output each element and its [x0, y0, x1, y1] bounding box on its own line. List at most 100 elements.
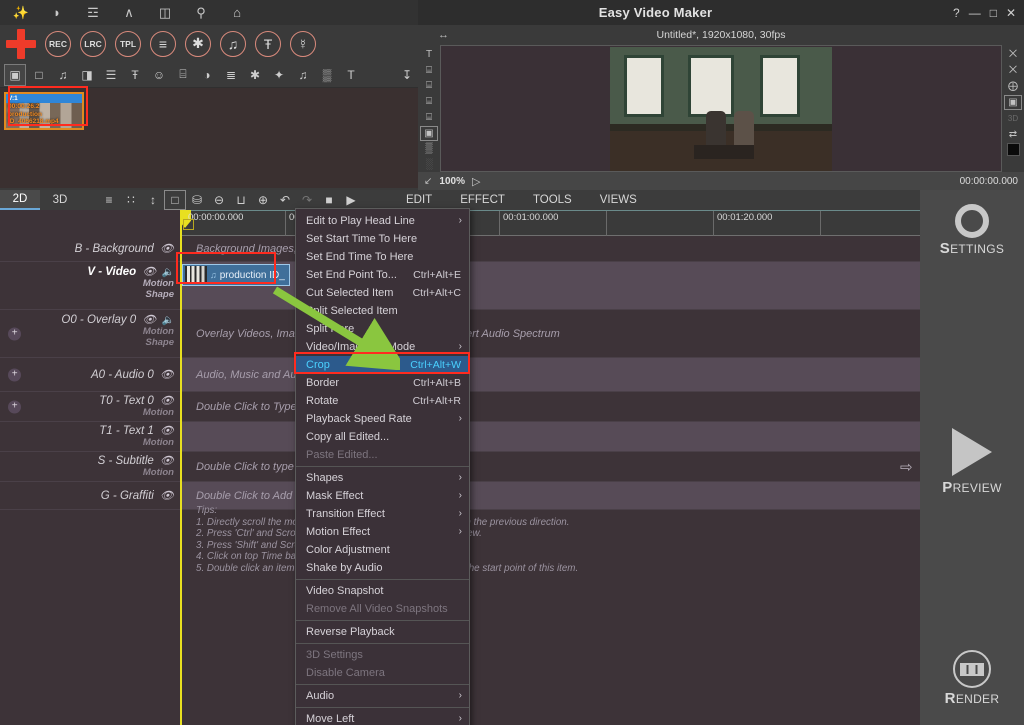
transition-icon[interactable]: ◨ [76, 64, 98, 86]
track-header-subtitle[interactable]: S - Subtitle 👁 Motion [0, 452, 180, 482]
lyrics-button[interactable]: LRC [80, 30, 106, 57]
menu-item-move-left[interactable]: Move Left › [296, 710, 469, 725]
split-view-icon[interactable]: ▣ [1004, 95, 1022, 110]
distribute-h-icon[interactable]: ⨉ [1004, 47, 1022, 62]
distribute-v-icon[interactable]: ⨉ [1004, 63, 1022, 78]
grid-view-icon[interactable]: ∷ [120, 190, 142, 210]
track-sublabel-shape[interactable]: Shape [0, 289, 174, 300]
track-row-text-0[interactable]: Double Click to Type Text [180, 392, 920, 422]
undo-icon[interactable]: ↶ [274, 190, 296, 210]
music-note-icon[interactable]: ♫ [52, 64, 74, 86]
help-button[interactable]: ? [953, 6, 960, 20]
track-header-video[interactable]: V - Video 👁 🔈 Motion Shape [0, 262, 180, 310]
camera-icon[interactable]: □ [28, 64, 50, 86]
search-icon[interactable]: ⚲ [184, 1, 218, 24]
beamed-note-icon[interactable]: ♫ [292, 64, 314, 86]
chevron-up-icon[interactable]: ∧ [112, 1, 146, 24]
text-style-icon[interactable]: Ŧ [124, 64, 146, 86]
visibility-eye-icon[interactable]: 👁 [160, 243, 174, 255]
visibility-eye-icon[interactable]: 👁 [160, 425, 174, 437]
select-frame-icon[interactable]: □ [164, 190, 186, 210]
menu-item-set-end-point-to[interactable]: Set End Point To... Ctrl+Alt+E [296, 266, 469, 284]
menu-item-motion-effect[interactable]: Motion Effect › [296, 523, 469, 541]
track-header-audio-0[interactable]: + A0 - Audio 0 👁 [0, 358, 180, 392]
media-clip-thumbnail[interactable]: V:1 00:00:26.2 production ID_4066218.mp4 [4, 92, 84, 130]
playlist-button[interactable]: ≡ [150, 30, 176, 57]
emoji-icon[interactable]: ☺ [148, 64, 170, 86]
collapse-panel-arrow-icon[interactable]: ⇨ [900, 458, 913, 476]
track-row-video[interactable]: ♫ production ID_ [180, 262, 920, 310]
align-tracks-icon[interactable]: ≡ [98, 190, 120, 210]
menu-item-transition-effect[interactable]: Transition Effect › [296, 505, 469, 523]
menu-item-playback-speed-rate[interactable]: Playback Speed Rate › [296, 410, 469, 428]
timeline-clip-video[interactable]: ♫ production ID_ [182, 264, 290, 286]
close-button[interactable]: ✕ [1006, 6, 1016, 20]
snowflake-icon[interactable]: ✱ [244, 64, 266, 86]
menu-item-audio[interactable]: Audio › [296, 687, 469, 705]
track-row-overlay-0[interactable]: Overlay Videos, Images or Block, or Doub… [180, 310, 920, 358]
effects-button[interactable]: ✱ [185, 30, 211, 57]
visibility-eye-icon[interactable]: 👁 [160, 490, 174, 502]
menu-views[interactable]: VIEWS [586, 190, 651, 210]
visibility-eye-icon[interactable]: 👁 [160, 369, 174, 381]
menu-item-rotate[interactable]: Rotate Ctrl+Alt+R [296, 392, 469, 410]
preview-stage[interactable] [440, 45, 1002, 172]
track-row-audio-0[interactable]: Audio, Music and Audio Effect [180, 358, 920, 392]
track-sublabel-motion[interactable]: Motion [0, 407, 174, 418]
expand-track-button[interactable]: + [8, 368, 21, 381]
menu-item-crop[interactable]: Crop Ctrl+Alt+W [296, 356, 469, 374]
stop-icon[interactable]: ■ [318, 190, 340, 210]
align-left-icon[interactable]: ⌸ [420, 79, 438, 94]
center-target-icon[interactable]: ⨁ [1004, 79, 1022, 94]
preview-button[interactable]: PREVIEW [920, 428, 1024, 496]
color-swatch-icon[interactable] [1006, 143, 1020, 156]
menu-item-set-end-time-to-here[interactable]: Set End Time To Here [296, 248, 469, 266]
visibility-eye-icon[interactable]: 👁 [142, 314, 156, 326]
menu-item-video-snapshot[interactable]: Video Snapshot [296, 582, 469, 600]
list-icon[interactable]: ≣ [220, 64, 242, 86]
preview-play-icon[interactable]: ▷ [472, 175, 480, 188]
menu-item-set-start-time-to-here[interactable]: Set Start Time To Here [296, 230, 469, 248]
record-button[interactable]: REC [45, 30, 71, 57]
three-d-icon[interactable]: 3D [1004, 111, 1022, 126]
download-icon[interactable]: ↧ [396, 64, 418, 86]
text-overlay-icon[interactable]: T [420, 47, 438, 62]
visibility-eye-icon[interactable]: 👁 [160, 395, 174, 407]
tab-3d[interactable]: 3D [40, 190, 80, 210]
minimize-button[interactable]: — [969, 6, 981, 20]
track-sublabel-shape[interactable]: Shape [0, 337, 174, 348]
mute-speaker-icon[interactable]: 🔈 [162, 267, 174, 278]
visibility-eye-icon[interactable]: 👁 [160, 455, 174, 467]
swap-icon[interactable]: ⇄ [1004, 127, 1022, 142]
zoom-in-icon[interactable]: ⊕ [252, 190, 274, 210]
timeline-body[interactable]: 00:00:40.000 00:01:00.000 00:01:20.000 0… [180, 210, 920, 725]
track-sublabel-motion[interactable]: Motion [0, 467, 174, 478]
magic-wand-icon[interactable]: ✨ [4, 1, 38, 24]
playlist-icon[interactable]: ☰ [100, 64, 122, 86]
fit-frame-icon[interactable]: ▣ [420, 125, 438, 141]
grid-icon[interactable]: ▒ [420, 142, 438, 157]
list-settings-icon[interactable]: ☲ [76, 1, 110, 24]
timeline-ruler[interactable]: 00:00:40.000 00:01:00.000 00:01:20.000 0… [180, 210, 920, 237]
menu-tools[interactable]: TOOLS [519, 190, 586, 210]
shirt-icon[interactable]: ⌂ [220, 1, 254, 24]
menu-item-shake-by-audio[interactable]: Shake by Audio [296, 559, 469, 577]
menu-item-split-selected-item[interactable]: Split Selected Item [296, 302, 469, 320]
user-button[interactable]: ☿ [290, 30, 316, 57]
track-header-overlay-0[interactable]: + O0 - Overlay 0 👁 🔈 Motion Shape [0, 310, 180, 358]
menu-item-copy-all-edited[interactable]: Copy all Edited... [296, 428, 469, 446]
render-button[interactable]: RENDER [920, 650, 1024, 707]
calendar-icon[interactable]: ⛁ [186, 190, 208, 210]
expand-track-button[interactable]: + [8, 400, 21, 413]
track-sublabel-motion[interactable]: Motion [0, 278, 174, 289]
audio-note-button[interactable]: ♫ [220, 30, 246, 57]
settings-button[interactable]: SETTINGS [920, 199, 1024, 257]
zoom-out-icon[interactable]: ⊖ [208, 190, 230, 210]
track-row-subtitle[interactable]: Double Click to type Text or Effect [180, 452, 920, 482]
menu-edit[interactable]: EDIT [392, 190, 446, 210]
playhead-marker[interactable] [183, 219, 194, 230]
visibility-eye-icon[interactable]: 👁 [142, 266, 156, 278]
align-top-icon[interactable]: ⌸ [420, 63, 438, 78]
tab-2d[interactable]: 2D [0, 190, 40, 210]
menu-item-color-adjustment[interactable]: Color Adjustment [296, 541, 469, 559]
